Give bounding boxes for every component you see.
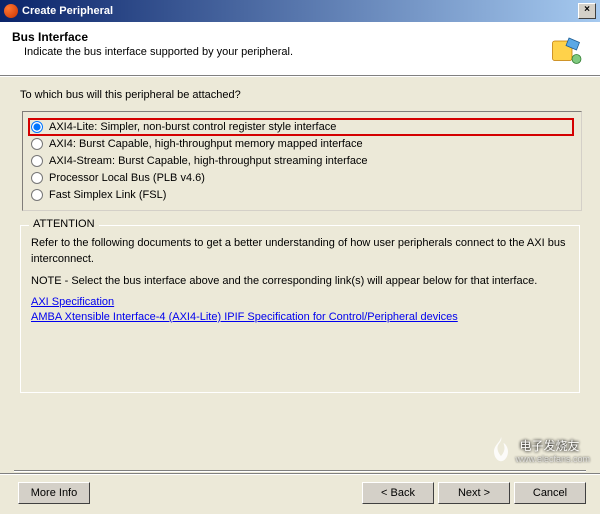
- separator: [14, 470, 586, 472]
- button-bar: More Info < Back Next > Cancel: [0, 473, 600, 504]
- wizard-icon: [548, 32, 584, 68]
- app-icon: [4, 4, 18, 18]
- radio-label: Processor Local Bus (PLB v4.6): [49, 172, 205, 184]
- titlebar: Create Peripheral ×: [0, 0, 600, 22]
- content-area: To which bus will this peripheral be att…: [0, 76, 600, 393]
- attention-para1: Refer to the following documents to get …: [31, 236, 569, 268]
- close-button[interactable]: ×: [578, 3, 596, 19]
- radio-label: AXI4: Burst Capable, high-throughput mem…: [49, 138, 363, 150]
- attention-fieldset: ATTENTION Refer to the following documen…: [20, 225, 580, 393]
- attention-legend: ATTENTION: [29, 218, 99, 230]
- radio-input-fsl[interactable]: [31, 189, 43, 201]
- watermark: 电子发烧友 www.elecfans.com: [487, 435, 590, 466]
- main-area: Bus Interface Indicate the bus interface…: [0, 22, 600, 514]
- back-button[interactable]: < Back: [362, 482, 434, 504]
- radio-label: AXI4-Stream: Burst Capable, high-through…: [49, 155, 368, 167]
- radio-fsl[interactable]: Fast Simplex Link (FSL): [29, 187, 573, 203]
- cancel-button[interactable]: Cancel: [514, 482, 586, 504]
- bus-radio-group: AXI4-Lite: Simpler, non-burst control re…: [22, 111, 582, 211]
- radio-input-plb[interactable]: [31, 172, 43, 184]
- radio-label: AXI4-Lite: Simpler, non-burst control re…: [49, 121, 336, 133]
- radio-axi4[interactable]: AXI4: Burst Capable, high-throughput mem…: [29, 136, 573, 152]
- nav-buttons: < Back Next > Cancel: [358, 482, 586, 504]
- flame-icon: [487, 435, 515, 466]
- watermark-brand: 电子发烧友: [519, 437, 590, 454]
- attention-para2: NOTE - Select the bus interface above an…: [31, 274, 569, 290]
- header-description: Indicate the bus interface supported by …: [12, 46, 588, 58]
- link-axi-spec[interactable]: AXI Specification: [31, 296, 569, 308]
- window-title: Create Peripheral: [22, 5, 576, 17]
- radio-input-axi4-stream[interactable]: [31, 155, 43, 167]
- radio-axi4-lite[interactable]: AXI4-Lite: Simpler, non-burst control re…: [29, 119, 573, 135]
- header-title: Bus Interface: [12, 30, 588, 44]
- radio-label: Fast Simplex Link (FSL): [49, 189, 166, 201]
- radio-axi4-stream[interactable]: AXI4-Stream: Burst Capable, high-through…: [29, 153, 573, 169]
- watermark-url: www.elecfans.com: [515, 454, 590, 464]
- radio-plb[interactable]: Processor Local Bus (PLB v4.6): [29, 170, 573, 186]
- more-info-button[interactable]: More Info: [18, 482, 90, 504]
- link-axi4lite-ipif-spec[interactable]: AMBA Xtensible Interface-4 (AXI4-Lite) I…: [31, 311, 569, 323]
- next-button[interactable]: Next >: [438, 482, 510, 504]
- radio-input-axi4-lite[interactable]: [31, 121, 43, 133]
- header-panel: Bus Interface Indicate the bus interface…: [0, 22, 600, 76]
- radio-input-axi4[interactable]: [31, 138, 43, 150]
- bus-question: To which bus will this peripheral be att…: [18, 89, 582, 101]
